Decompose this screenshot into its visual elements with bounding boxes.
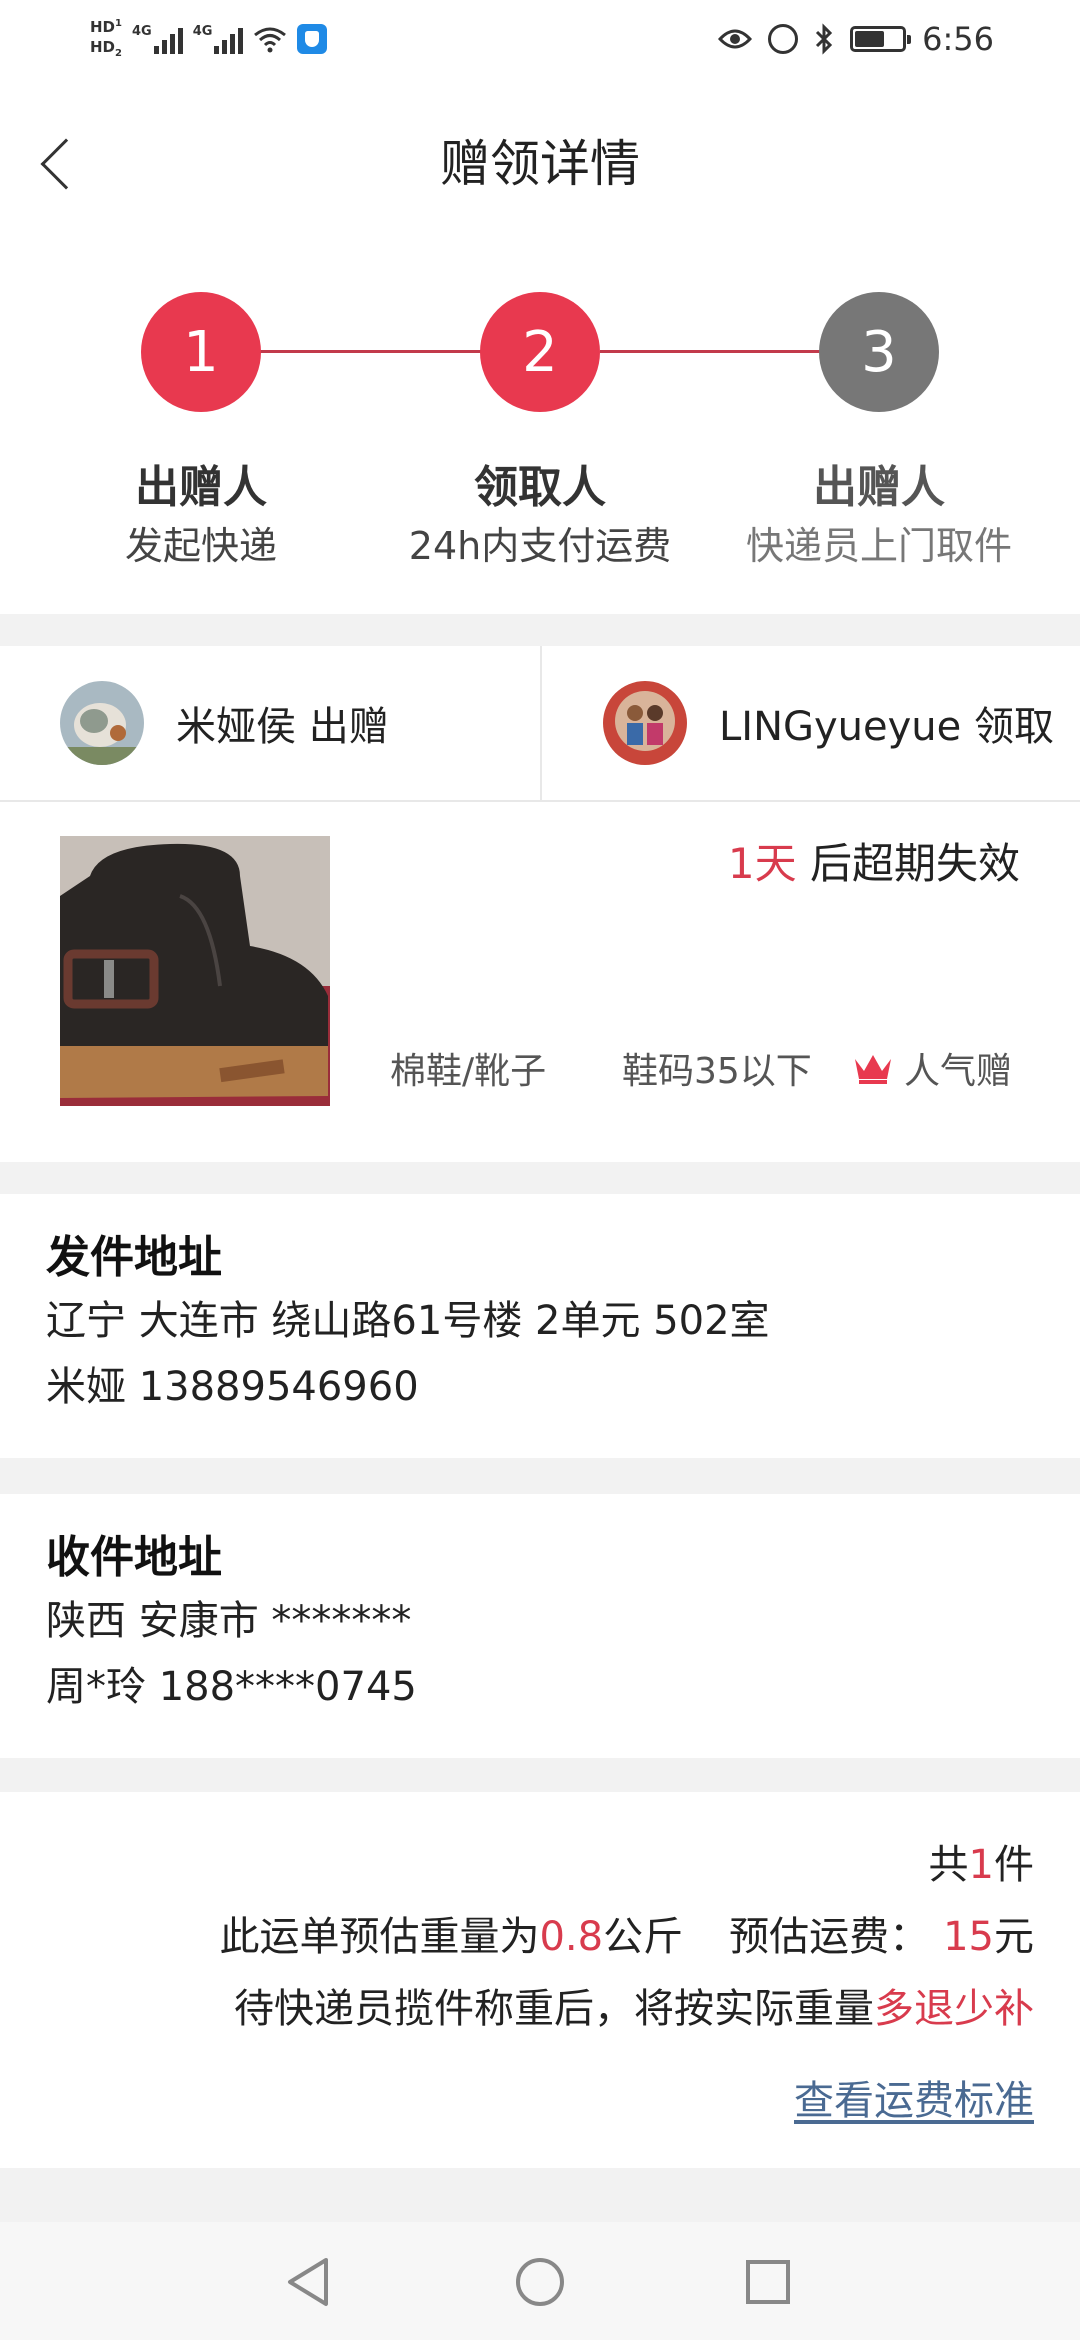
step-3-circle: 3: [819, 292, 939, 412]
signal-2-icon: 4G: [193, 24, 244, 54]
expire-suffix: 后超期失效: [796, 839, 1020, 888]
item-count: 共1件: [928, 1842, 1034, 1888]
step-3-text: 出赠人 快递员上门取件: [709, 458, 1049, 574]
step-connector: [260, 350, 490, 353]
receiver-address-card: 收件地址 陕西 安康市 ******* 周*玲 188****0745: [0, 1494, 1080, 1758]
step-2-circle: 2: [480, 292, 600, 412]
step-role: 出赠人: [135, 462, 267, 513]
nav-back-button[interactable]: [278, 2252, 338, 2312]
avatar: [60, 681, 144, 765]
receiver-address-line: 陕西 安康市 *******: [46, 1598, 412, 1644]
step-2-text: 领取人 24h内支付运费: [370, 458, 710, 574]
vpn-shield-icon: [297, 24, 328, 54]
eye-icon: [718, 29, 753, 49]
nav-home-button[interactable]: [510, 2252, 570, 2312]
avatar: [603, 681, 687, 765]
view-fee-standard-link[interactable]: 查看运费标准: [794, 2068, 1034, 2126]
item-image[interactable]: [60, 836, 330, 1106]
category-tag: 棉鞋/靴子: [390, 1051, 547, 1092]
bluetooth-icon: [816, 23, 833, 55]
freight-summary: 共1件 此运单预估重量为0.8公斤 预估运费： 15元 待快递员揽件称重后，将按实际…: [0, 1792, 1080, 2168]
step-role: 领取人: [474, 462, 606, 513]
popular-badge: 人气赠: [852, 1042, 1012, 1094]
step-desc: 快递员上门取件: [745, 524, 1012, 568]
system-nav-bar: [0, 2222, 1080, 2340]
gift-item[interactable]: 1天 后超期失效 棉鞋/靴子 鞋码35以下 人气赠: [0, 802, 1080, 1162]
step-1-circle: 1: [141, 292, 261, 412]
popular-badge-label: 人气赠: [904, 1051, 1013, 1092]
weight-and-fee: 此运单预估重量为0.8公斤 预估运费： 15元: [219, 1914, 1034, 1960]
receiver-address-title: 收件地址: [46, 1532, 222, 1583]
divider: [540, 646, 542, 800]
square-recents-icon: [746, 2260, 790, 2304]
page-title: 赠领详情: [440, 135, 640, 193]
step-1-text: 出赠人 发起快递: [31, 458, 371, 574]
battery-icon: [850, 26, 912, 52]
status-bar: HD1 HD2 4G 4G 6:56: [0, 0, 1080, 84]
triangle-back-icon: [288, 2258, 328, 2306]
alarm-icon: [768, 24, 799, 54]
sender-contact: 米娅 13889546960: [46, 1364, 419, 1410]
size-tag: 鞋码35以下: [622, 1051, 812, 1092]
receiver-label: LINGyueyue 领取: [719, 704, 1054, 750]
receiver[interactable]: LINGyueyue 领取: [603, 646, 1054, 800]
progress-steps: 1 2 3 出赠人 发起快递 领取人 24h内支付运费 出赠人 快递员上门取件: [0, 234, 1080, 614]
step-role: 出赠人: [813, 462, 945, 513]
sender-address-line: 辽宁 大连市 绕山路61号楼 2单元 502室: [46, 1298, 770, 1344]
receiver-contact: 周*玲 188****0745: [46, 1664, 417, 1710]
step-connector: [600, 350, 830, 353]
sender-address-card: 发件地址 辽宁 大连市 绕山路61号楼 2单元 502室 米娅 13889546…: [0, 1194, 1080, 1458]
wifi-icon: [254, 27, 287, 53]
expire-days: 1天: [727, 839, 797, 888]
crown-icon: [855, 1055, 891, 1084]
signal-1-icon: 4G: [132, 24, 183, 54]
participants-bar: 米娅侯 出赠 LINGyueyue 领取: [0, 646, 1080, 802]
status-right: 6:56: [718, 20, 994, 58]
sender-address-title: 发件地址: [46, 1232, 222, 1283]
step-desc: 24h内支付运费: [408, 524, 672, 568]
step-desc: 发起快递: [124, 524, 277, 568]
nav-recents-button[interactable]: [738, 2252, 798, 2312]
giver[interactable]: 米娅侯 出赠: [60, 646, 389, 800]
circle-home-icon: [516, 2258, 564, 2306]
weight-note: 待快递员揽件称重后，将按实际重量多退少补: [234, 1986, 1034, 2032]
status-left: HD1 HD2 4G 4G: [90, 14, 328, 64]
expire-notice: 1天 后超期失效: [728, 830, 1020, 891]
giver-label: 米娅侯 出赠: [176, 704, 389, 750]
hd-indicators: HD1 HD2: [90, 18, 122, 59]
clock: 6:56: [922, 20, 994, 58]
nav-bar: 赠领详情: [0, 84, 1080, 234]
